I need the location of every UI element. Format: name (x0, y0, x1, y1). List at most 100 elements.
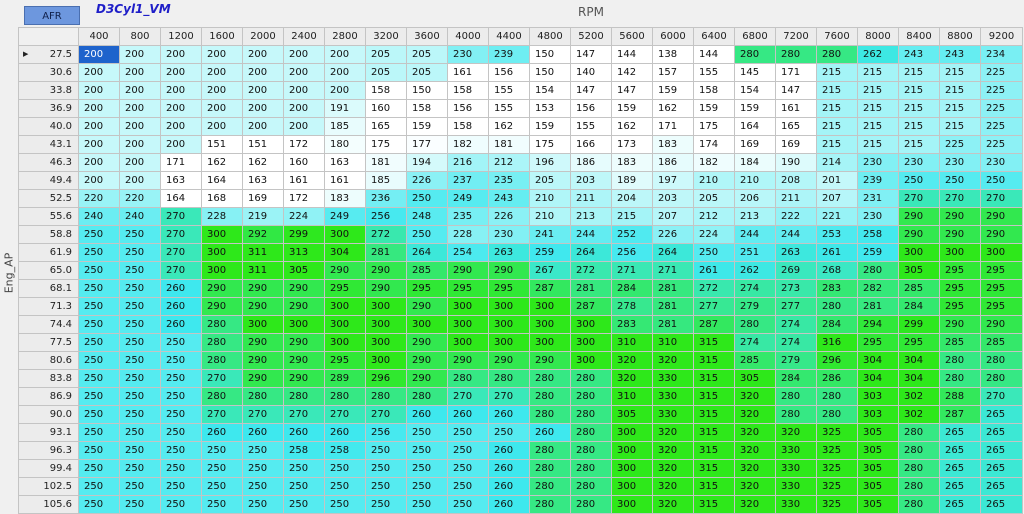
map-cell[interactable]: 280 (980, 351, 1023, 370)
map-cell[interactable]: 250 (447, 423, 489, 442)
map-cell[interactable]: 290 (488, 351, 530, 370)
map-cell[interactable]: 250 (160, 351, 202, 370)
map-cell[interactable]: 250 (406, 441, 448, 460)
map-cell[interactable]: 316 (816, 333, 858, 352)
map-cell[interactable]: 330 (652, 387, 694, 406)
map-cell[interactable]: 300 (324, 225, 366, 244)
map-cell[interactable]: 281 (857, 297, 899, 316)
map-cell[interactable]: 216 (447, 153, 489, 172)
map-cell[interactable]: 208 (775, 171, 817, 190)
map-cell[interactable]: 250 (488, 423, 530, 442)
map-cell[interactable]: 295 (980, 279, 1023, 298)
map-cell[interactable]: 303 (857, 387, 899, 406)
map-cell[interactable]: 320 (734, 459, 776, 478)
map-cell[interactable]: 280 (365, 387, 407, 406)
map-cell[interactable]: 273 (775, 279, 817, 298)
map-cell[interactable]: 260 (488, 495, 530, 514)
map-cell[interactable]: 156 (447, 99, 489, 118)
map-cell[interactable]: 300 (529, 315, 571, 334)
map-cell[interactable]: 277 (693, 297, 735, 316)
map-cell[interactable]: 250 (447, 477, 489, 496)
map-cell[interactable]: 280 (570, 387, 612, 406)
map-cell[interactable]: 300 (488, 315, 530, 334)
y-axis-cell[interactable]: 71.3 (18, 297, 79, 316)
map-cell[interactable]: 225 (980, 63, 1023, 82)
map-cell[interactable]: 300 (611, 495, 653, 514)
map-cell[interactable]: 320 (734, 477, 776, 496)
map-cell[interactable]: 230 (939, 153, 981, 172)
map-cell[interactable]: 259 (529, 243, 571, 262)
map-cell[interactable]: 215 (898, 117, 940, 136)
map-cell[interactable]: 260 (406, 405, 448, 424)
map-cell[interactable]: 290 (283, 369, 325, 388)
y-axis-cell[interactable]: 43.1 (18, 135, 79, 154)
map-cell[interactable]: 200 (201, 99, 243, 118)
map-cell[interactable]: 320 (652, 441, 694, 460)
map-cell[interactable]: 281 (652, 279, 694, 298)
map-cell[interactable]: 280 (775, 45, 817, 64)
map-cell[interactable]: 290 (898, 207, 940, 226)
map-cell[interactable]: 284 (611, 279, 653, 298)
map-cell[interactable]: 300 (201, 243, 243, 262)
map-cell[interactable]: 168 (201, 189, 243, 208)
map-cell[interactable]: 280 (324, 387, 366, 406)
map-cell[interactable]: 285 (734, 351, 776, 370)
map-cell[interactable]: 295 (980, 261, 1023, 280)
map-cell[interactable]: 286 (816, 369, 858, 388)
map-cell[interactable]: 280 (570, 405, 612, 424)
map-cell[interactable]: 258 (857, 225, 899, 244)
map-cell[interactable]: 277 (775, 297, 817, 316)
y-axis-cell[interactable]: 58.8 (18, 225, 79, 244)
map-cell[interactable]: 250 (201, 441, 243, 460)
map-cell[interactable]: 250 (160, 441, 202, 460)
map-cell[interactable]: 250 (78, 441, 120, 460)
map-cell[interactable]: 222 (775, 207, 817, 226)
map-cell[interactable]: 215 (857, 63, 899, 82)
map-cell[interactable]: 250 (447, 459, 489, 478)
map-cell[interactable]: 239 (488, 45, 530, 64)
map-cell[interactable]: 250 (365, 459, 407, 478)
map-cell[interactable]: 224 (283, 207, 325, 226)
map-cell[interactable]: 250 (160, 369, 202, 388)
map-cell[interactable]: 220 (119, 189, 161, 208)
map-cell[interactable]: 311 (242, 243, 284, 262)
map-cell[interactable]: 260 (488, 405, 530, 424)
map-cell[interactable]: 260 (201, 423, 243, 442)
map-cell[interactable]: 226 (652, 225, 694, 244)
map-cell[interactable]: 225 (939, 135, 981, 154)
y-axis-cell[interactable]: 40.0 (18, 117, 79, 136)
map-cell[interactable]: 280 (734, 315, 776, 334)
map-cell[interactable]: 274 (775, 333, 817, 352)
map-cell[interactable]: 200 (283, 117, 325, 136)
map-cell[interactable]: 250 (119, 387, 161, 406)
map-cell[interactable]: 164 (734, 117, 776, 136)
map-cell[interactable]: 172 (283, 189, 325, 208)
map-cell[interactable]: 250 (78, 279, 120, 298)
map-cell[interactable]: 281 (570, 279, 612, 298)
map-cell[interactable]: 315 (693, 405, 735, 424)
map-cell[interactable]: 250 (78, 369, 120, 388)
map-cell[interactable]: 151 (201, 135, 243, 154)
map-cell[interactable]: 185 (324, 117, 366, 136)
map-cell[interactable]: 215 (939, 63, 981, 82)
map-cell[interactable]: 287 (693, 315, 735, 334)
map-cell[interactable]: 304 (898, 351, 940, 370)
map-cell[interactable]: 248 (406, 207, 448, 226)
map-cell[interactable]: 260 (488, 477, 530, 496)
map-cell[interactable]: 305 (898, 261, 940, 280)
map-cell[interactable]: 210 (734, 171, 776, 190)
map-cell[interactable]: 203 (652, 189, 694, 208)
map-cell[interactable]: 300 (406, 315, 448, 334)
map-cell[interactable]: 315 (693, 441, 735, 460)
map-cell[interactable]: 200 (78, 63, 120, 82)
x-axis-cell[interactable]: 5600 (611, 27, 653, 46)
map-cell[interactable]: 250 (78, 297, 120, 316)
map-cell[interactable]: 236 (365, 189, 407, 208)
map-cell[interactable]: 280 (898, 477, 940, 496)
map-cell[interactable]: 295 (939, 261, 981, 280)
map-cell[interactable]: 213 (570, 207, 612, 226)
map-cell[interactable]: 181 (365, 153, 407, 172)
map-cell[interactable]: 300 (283, 315, 325, 334)
map-cell[interactable]: 220 (78, 189, 120, 208)
map-cell[interactable]: 250 (242, 477, 284, 496)
